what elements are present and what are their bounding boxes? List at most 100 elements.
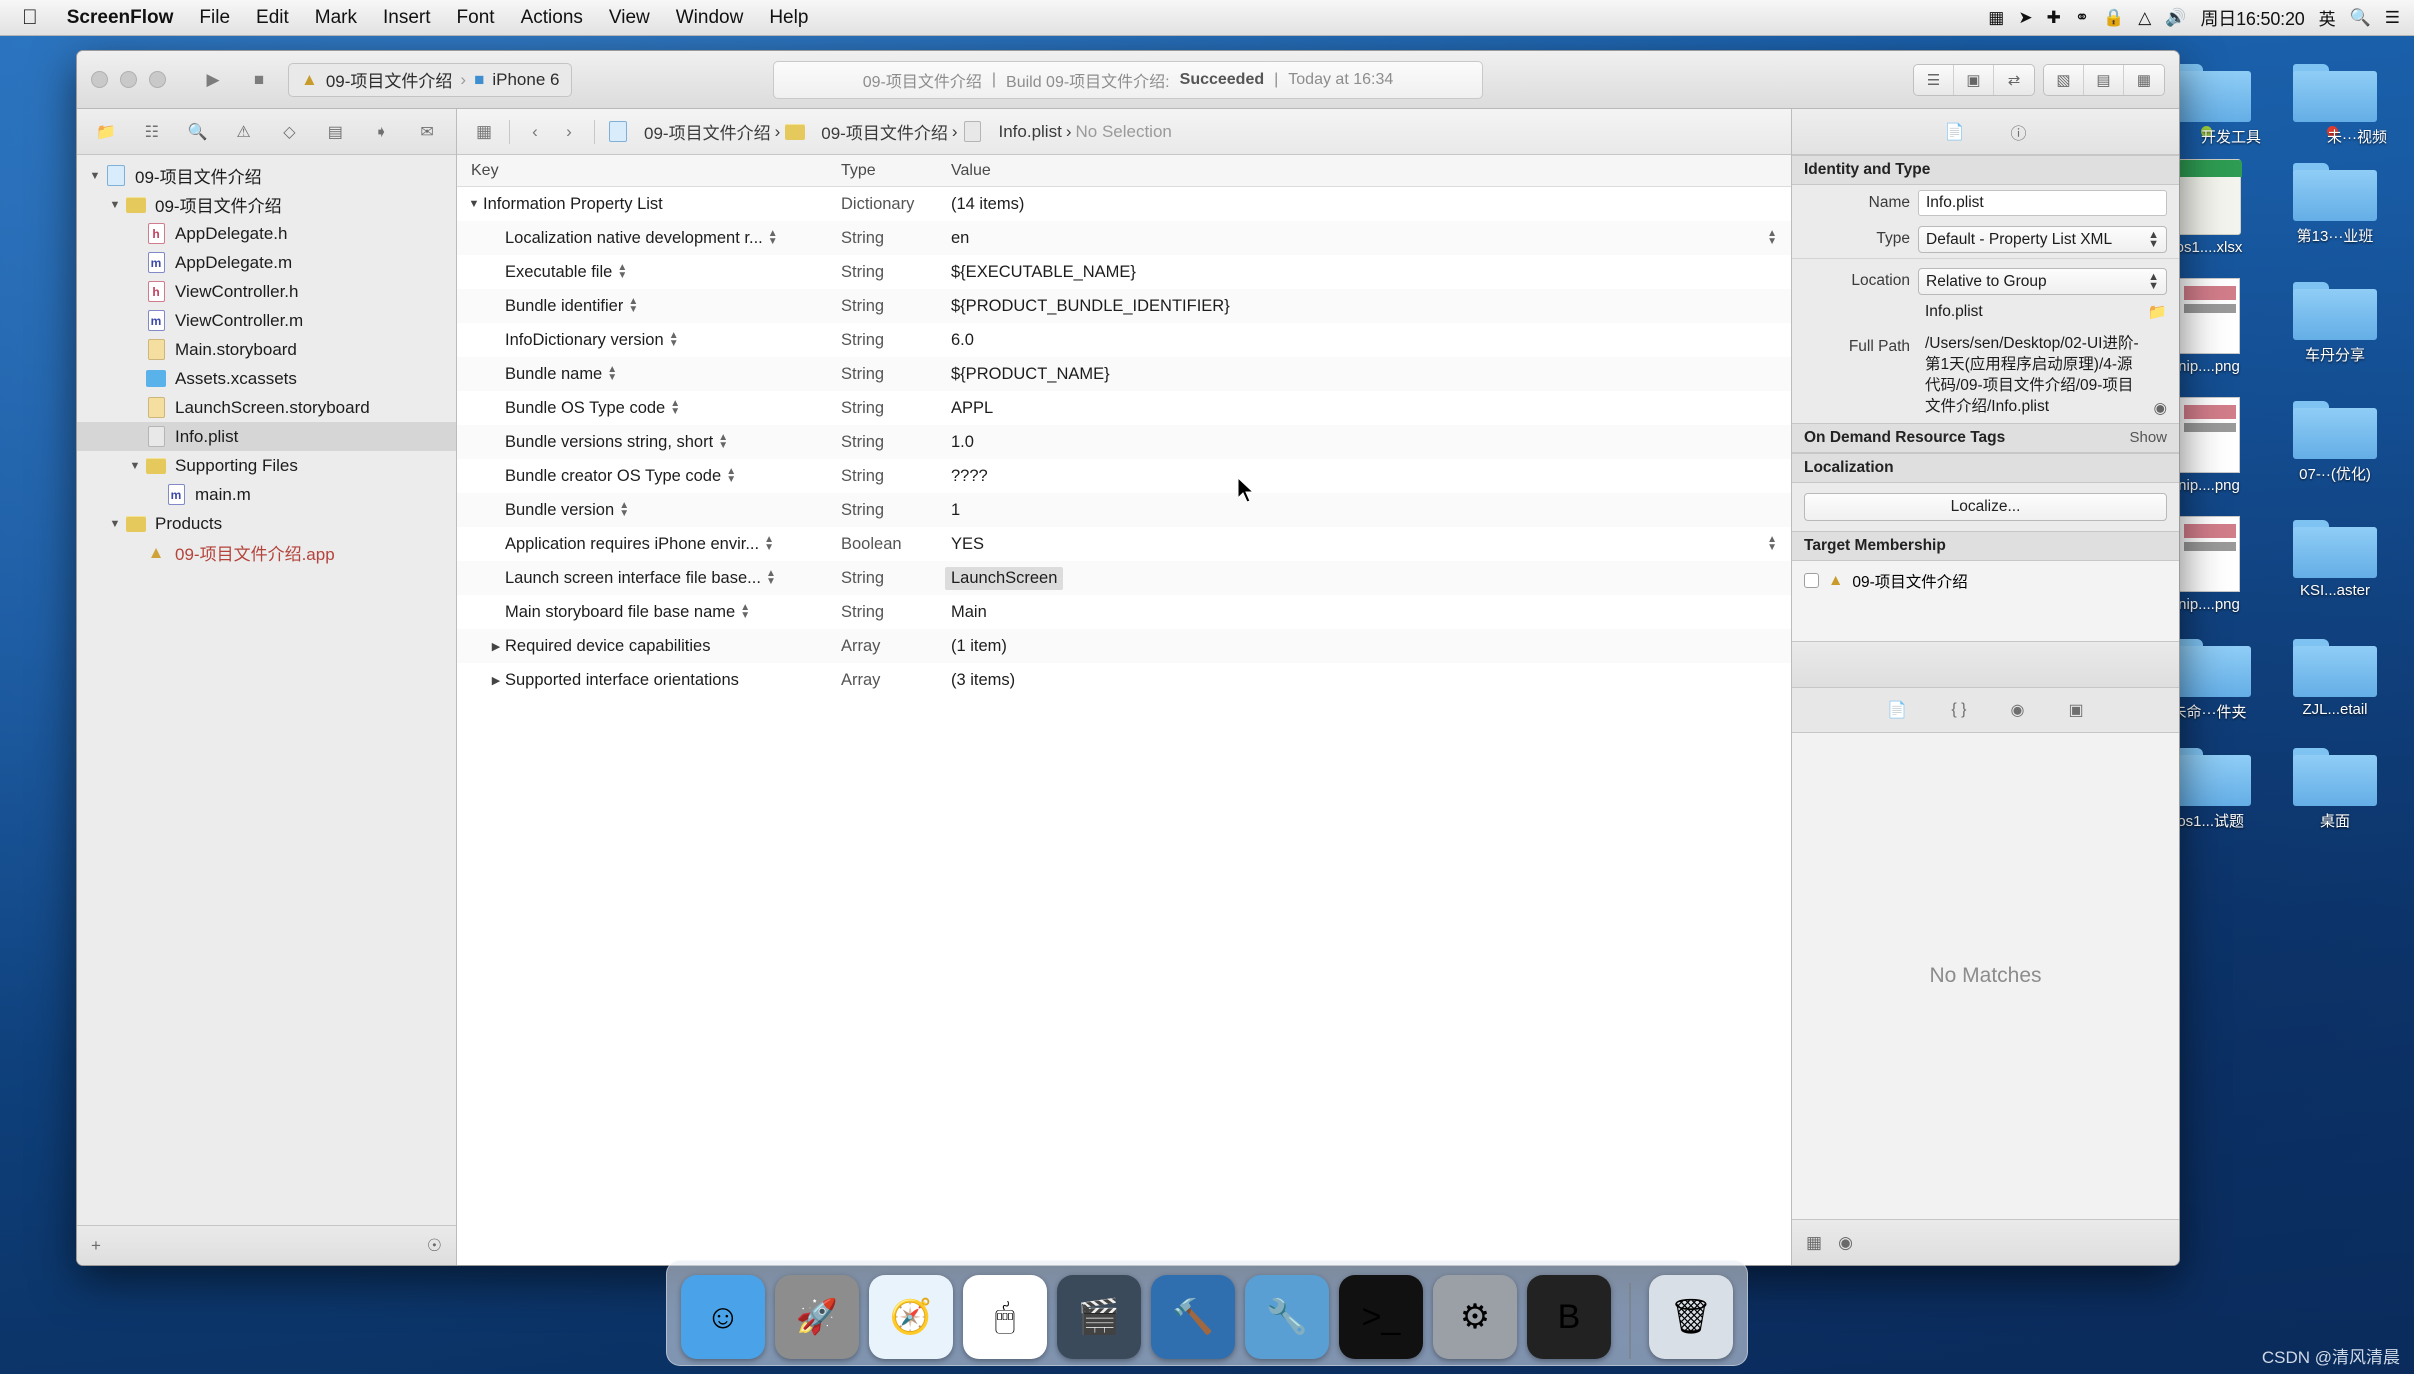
value-stepper-icon[interactable]: ▲ ▼	[1767, 535, 1777, 553]
tree-item-0[interactable]: ▼ 09-项目文件介绍	[77, 161, 456, 190]
breadcrumb-item-2[interactable]: Info.plist	[958, 121, 1066, 143]
plist-value[interactable]: APPL	[951, 399, 993, 418]
disclosure-triangle-icon[interactable]: ▼	[107, 199, 123, 211]
plist-value[interactable]: (14 items)	[951, 195, 1024, 214]
inspector-toggle-icon[interactable]: ▦	[2124, 64, 2164, 95]
disclosure-triangle-icon[interactable]: ▼	[127, 460, 143, 472]
breadcrumb-item-3[interactable]: No Selection	[1071, 122, 1175, 142]
scheme-selector[interactable]: ▲ 09-项目文件介绍 › ■ iPhone 6	[288, 62, 573, 97]
assistant-editor-icon[interactable]: ▣	[1954, 64, 1994, 95]
key-stepper-icon[interactable]: ▲ ▼	[761, 569, 781, 587]
input-source-indicator[interactable]: 英	[2319, 5, 2336, 30]
plist-value[interactable]: Main	[951, 603, 987, 622]
menu-item-font[interactable]: Font	[444, 7, 508, 29]
add-file-button[interactable]: +	[91, 1236, 101, 1256]
disclosure-triangle-icon[interactable]: ▼	[87, 170, 103, 182]
menu-item-edit[interactable]: Edit	[243, 7, 302, 29]
stop-button[interactable]: ■	[236, 63, 282, 97]
column-header-key[interactable]: Key	[457, 162, 827, 180]
terminal-icon[interactable]: >_	[1339, 1275, 1423, 1359]
plist-type[interactable]: Boolean	[827, 535, 937, 554]
project-navigator-icon[interactable]: 📁	[83, 115, 129, 149]
menu-item-insert[interactable]: Insert	[370, 7, 444, 29]
tree-item-9[interactable]: Info.plist	[77, 422, 456, 451]
navigator-toggle-icon[interactable]: ▧	[2044, 64, 2084, 95]
safari-icon[interactable]: 🧭	[869, 1275, 953, 1359]
column-header-type[interactable]: Type	[827, 162, 937, 180]
key-stepper-icon[interactable]: ▲ ▼	[664, 331, 684, 349]
plist-row[interactable]: Bundle versions string, short ▲ ▼ String 1.0	[457, 425, 1791, 459]
property-list-editor[interactable]: Key Type Value ▼ Information Property Lis…	[457, 155, 1791, 1265]
xcode-basic-icon[interactable]: B	[1527, 1275, 1611, 1359]
localize-button[interactable]: Localize...	[1804, 492, 2167, 521]
plist-value[interactable]: 6.0	[951, 331, 974, 350]
plist-type[interactable]: Dictionary	[827, 195, 937, 214]
tree-item-7[interactable]: Assets.xcassets	[77, 364, 456, 393]
desktop-icon[interactable]: 第13···业班	[2272, 159, 2398, 256]
back-button[interactable]: ‹	[518, 122, 552, 142]
tree-item-2[interactable]: h AppDelegate.h	[77, 219, 456, 248]
volume-icon[interactable]: 🔊	[2165, 8, 2186, 28]
column-header-value[interactable]: Value	[937, 162, 991, 180]
plist-row[interactable]: Bundle name ▲ ▼ String ${PRODUCT_NAME}	[457, 357, 1791, 391]
location-icon[interactable]: ➤	[2018, 8, 2032, 28]
plist-type[interactable]: String	[827, 603, 937, 622]
plist-value[interactable]: ${PRODUCT_NAME}	[951, 365, 1110, 384]
target-checkbox[interactable]	[1804, 573, 1819, 589]
plist-type[interactable]: String	[827, 399, 937, 418]
plist-value[interactable]: ${EXECUTABLE_NAME}	[951, 263, 1136, 282]
tree-item-12[interactable]: ▼ Products	[77, 509, 456, 538]
plist-value[interactable]: (3 items)	[951, 671, 1015, 690]
plist-row[interactable]: Main storyboard file base name ▲ ▼ String Ma…	[457, 595, 1791, 629]
airplay-icon[interactable]: ✚	[2047, 8, 2061, 28]
menu-app-name[interactable]: ScreenFlow	[54, 7, 187, 29]
debug-navigator-icon[interactable]: ▤	[312, 115, 358, 149]
name-input[interactable]: Info.plist	[1918, 190, 2167, 216]
breadcrumb-item-0[interactable]: 09-项目文件介绍	[603, 119, 775, 144]
related-items-icon[interactable]: ▦	[467, 122, 501, 142]
menu-item-mark[interactable]: Mark	[302, 7, 370, 29]
trash-icon[interactable]: 🗑	[1649, 1275, 1733, 1359]
breadcrumb-item-1[interactable]: 09-项目文件介绍	[780, 119, 952, 144]
close-button[interactable]	[91, 71, 108, 88]
plist-type[interactable]: String	[827, 297, 937, 316]
plist-row[interactable]: Localization native development r... ▲ ▼ St…	[457, 221, 1791, 255]
breakpoint-navigator-icon[interactable]: ➧	[358, 115, 404, 149]
debug-toggle-icon[interactable]: ▤	[2084, 64, 2124, 95]
location-select[interactable]: Relative to Group ▲ ▼	[1918, 268, 2167, 295]
mouse-app-icon[interactable]: 🖱	[963, 1275, 1047, 1359]
apple-icon[interactable]: 	[0, 6, 54, 30]
plist-type[interactable]: String	[827, 501, 937, 520]
issue-navigator-icon[interactable]: ⚠	[221, 115, 267, 149]
key-stepper-icon[interactable]: ▲ ▼	[614, 501, 634, 519]
media-library-icon[interactable]: ▣	[2068, 700, 2083, 720]
plist-value[interactable]: 1	[951, 501, 960, 520]
find-navigator-icon[interactable]: 🔍	[175, 115, 221, 149]
library-grid-icon[interactable]: ▦	[1806, 1233, 1822, 1253]
plist-row[interactable]: ▶ Supported interface orientations Array (3…	[457, 663, 1791, 697]
desktop-icon[interactable]: 未···视频	[2272, 60, 2398, 146]
plist-type[interactable]: String	[827, 569, 937, 588]
plist-row[interactable]: Bundle identifier ▲ ▼ String ${PRODUCT_BUNDL…	[457, 289, 1791, 323]
target-membership-row[interactable]: ▲ 09-项目文件介绍	[1792, 561, 2179, 601]
plist-type[interactable]: String	[827, 331, 937, 350]
standard-editor-icon[interactable]: ☰	[1914, 64, 1954, 95]
type-select[interactable]: Default - Property List XML ▲ ▼	[1918, 226, 2167, 253]
screen-recording-icon[interactable]: ▦	[1988, 8, 2004, 28]
value-stepper-icon[interactable]: ▲ ▼	[1767, 229, 1777, 247]
search-icon[interactable]: 🔍	[2350, 8, 2371, 28]
xcode-beta-icon[interactable]: 🔧	[1245, 1275, 1329, 1359]
key-stepper-icon[interactable]: ▲ ▼	[612, 263, 632, 281]
plist-value[interactable]: (1 item)	[951, 637, 1007, 656]
plist-value[interactable]: LaunchScreen	[945, 566, 1064, 590]
tree-item-4[interactable]: h ViewController.h	[77, 277, 456, 306]
desktop-icon[interactable]: KSI...aster	[2272, 516, 2398, 613]
plist-row[interactable]: Application requires iPhone envir... ▲ ▼ Bo…	[457, 527, 1791, 561]
file-template-library-icon[interactable]: 📄	[1887, 700, 1907, 720]
key-stepper-icon[interactable]: ▲ ▼	[763, 229, 783, 247]
plist-type[interactable]: String	[827, 433, 937, 452]
key-stepper-icon[interactable]: ▲ ▼	[623, 297, 643, 315]
menu-item-help[interactable]: Help	[756, 7, 821, 29]
plist-type[interactable]: String	[827, 229, 937, 248]
tree-item-13[interactable]: ▲ 09-项目文件介绍.app	[77, 538, 456, 567]
